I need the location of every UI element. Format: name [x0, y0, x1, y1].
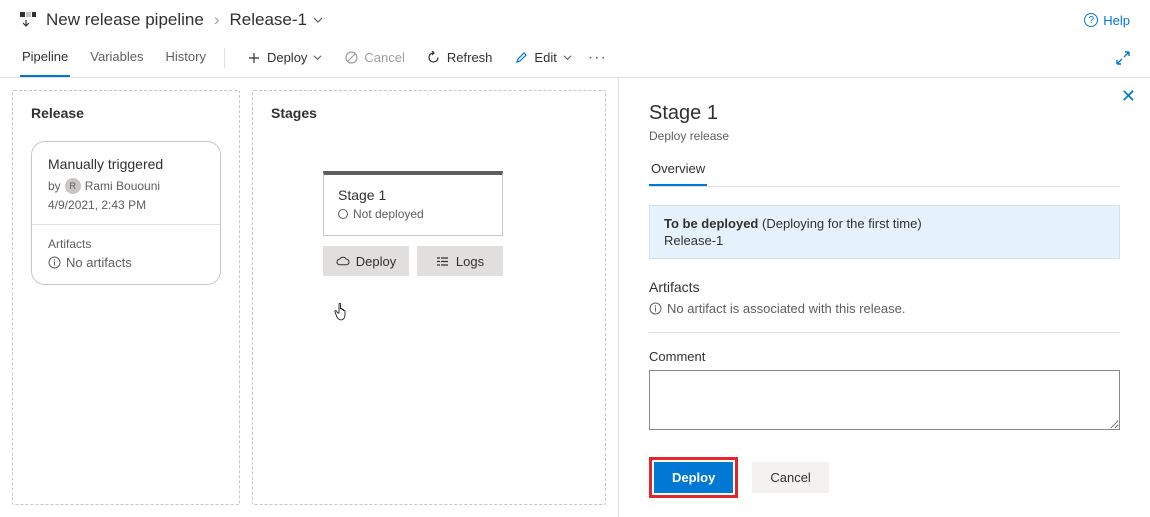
status-heading: To be deployed — [664, 216, 758, 231]
side-panel-tabs: Overview — [649, 161, 1120, 187]
breadcrumb-release-label: Release-1 — [230, 10, 308, 30]
deploy-button[interactable]: Deploy — [654, 462, 733, 493]
tab-variables[interactable]: Variables — [88, 38, 145, 77]
stages-panel: Stages Stage 1 Not deployed Deploy — [252, 90, 606, 505]
no-artifacts-label: No artifacts — [66, 255, 132, 270]
stage-name: Stage 1 — [338, 187, 488, 203]
cancel-button[interactable]: Cancel — [752, 462, 828, 493]
pipeline-icon — [20, 12, 36, 28]
status-detail: (Deploying for the first time) — [762, 216, 922, 231]
tab-history[interactable]: History — [164, 38, 208, 77]
artifacts-section-label: Artifacts — [48, 237, 204, 251]
stage-card[interactable]: Stage 1 Not deployed — [323, 171, 503, 236]
page-header: New release pipeline › Release-1 ? Help — [0, 0, 1150, 38]
release-trigger-label: Manually triggered — [48, 156, 204, 172]
cloud-icon — [336, 254, 350, 268]
deploy-dropdown-label: Deploy — [267, 50, 307, 65]
release-by: by R Rami Bououni — [48, 178, 204, 194]
stage-status-label: Not deployed — [353, 207, 424, 221]
no-artifacts-row: No artifacts — [48, 255, 204, 270]
toolbar-separator — [224, 48, 225, 68]
refresh-button[interactable]: Refresh — [421, 46, 499, 69]
stage-deploy-button[interactable]: Deploy — [323, 246, 409, 276]
release-panel: Release Manually triggered by R Rami Bou… — [12, 90, 240, 505]
cancel-label: Cancel — [364, 50, 404, 65]
release-card[interactable]: Manually triggered by R Rami Bououni 4/9… — [31, 141, 221, 285]
no-artifact-message: No artifact is associated with this rele… — [667, 301, 905, 316]
deploy-side-panel: ✕ Stage 1 Deploy release Overview To be … — [618, 78, 1150, 517]
artifacts-message: No artifact is associated with this rele… — [649, 301, 1120, 333]
stage-status: Not deployed — [338, 207, 488, 221]
comment-label: Comment — [649, 349, 1120, 364]
avatar: R — [65, 178, 81, 194]
chevron-down-icon — [313, 15, 323, 25]
stage-logs-button[interactable]: Logs — [417, 246, 503, 276]
content-area: Release Manually triggered by R Rami Bou… — [0, 78, 1150, 517]
top-tabs: Pipeline Variables History — [20, 38, 208, 77]
help-label: Help — [1103, 13, 1130, 28]
more-button[interactable]: ··· — [582, 47, 613, 69]
edit-dropdown-button[interactable]: Edit — [508, 46, 577, 69]
stages-panel-title: Stages — [253, 105, 605, 141]
cancel-icon — [344, 51, 358, 65]
by-label: by — [48, 179, 61, 193]
release-panel-title: Release — [13, 105, 239, 141]
refresh-label: Refresh — [447, 50, 493, 65]
artifacts-heading: Artifacts — [649, 279, 1120, 295]
refresh-icon — [427, 51, 441, 65]
help-icon: ? — [1084, 13, 1098, 27]
left-pane: Release Manually triggered by R Rami Bou… — [0, 78, 618, 517]
cancel-button: Cancel — [338, 46, 410, 69]
help-link[interactable]: ? Help — [1084, 13, 1130, 28]
chevron-down-icon — [313, 53, 322, 62]
close-icon[interactable]: ✕ — [1121, 86, 1136, 107]
info-icon — [48, 256, 61, 269]
breadcrumb-separator-icon: › — [214, 10, 220, 30]
edit-icon — [514, 51, 528, 65]
breadcrumb: New release pipeline › Release-1 — [20, 10, 323, 30]
stage-block: Stage 1 Not deployed Deploy Logs — [323, 171, 503, 276]
status-release-ref: Release-1 — [664, 233, 1105, 248]
breadcrumb-release[interactable]: Release-1 — [230, 10, 324, 30]
stage-deploy-label: Deploy — [356, 254, 396, 269]
info-icon — [649, 302, 662, 315]
release-timestamp: 4/9/2021, 2:43 PM — [48, 198, 204, 212]
toolbar: Pipeline Variables History Deploy Cancel… — [0, 38, 1150, 78]
expand-icon[interactable] — [1116, 51, 1130, 65]
chevron-down-icon — [563, 53, 572, 62]
logs-icon — [436, 254, 450, 268]
side-panel-buttons: Deploy Cancel — [649, 457, 1120, 498]
stage-logs-label: Logs — [456, 254, 484, 269]
deploy-button-highlight: Deploy — [649, 457, 738, 498]
tab-overview[interactable]: Overview — [649, 161, 707, 186]
edit-label: Edit — [534, 50, 556, 65]
side-panel-title: Stage 1 — [649, 102, 1120, 125]
comment-textarea[interactable] — [649, 370, 1120, 430]
breadcrumb-pipeline[interactable]: New release pipeline — [46, 10, 204, 30]
deploy-dropdown-button[interactable]: Deploy — [241, 46, 328, 69]
user-name: Rami Bououni — [85, 179, 160, 193]
status-circle-icon — [338, 209, 348, 219]
tab-pipeline[interactable]: Pipeline — [20, 38, 70, 77]
side-panel-subtitle: Deploy release — [649, 129, 1120, 143]
status-box: To be deployed (Deploying for the first … — [649, 205, 1120, 259]
plus-icon — [247, 51, 261, 65]
